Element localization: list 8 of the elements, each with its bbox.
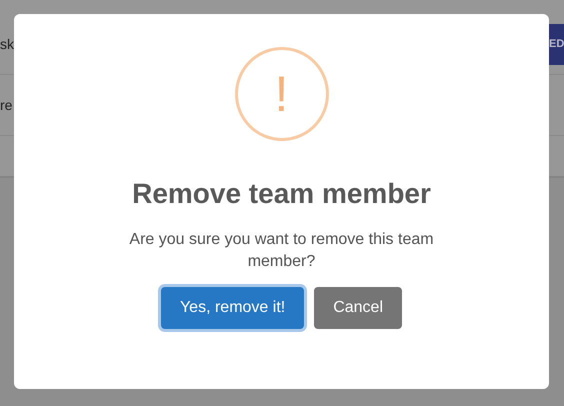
action-button[interactable]: ED <box>549 24 564 64</box>
cancel-button[interactable]: Cancel <box>314 287 402 329</box>
dialog-title: Remove team member <box>132 177 431 211</box>
confirm-button[interactable]: Yes, remove it! <box>160 287 304 329</box>
warning-icon: ! <box>234 47 328 141</box>
dialog-message: Are you sure you want to remove this team member? <box>128 230 435 272</box>
row-text: re <box>0 97 12 113</box>
row-text: sk <box>0 36 14 52</box>
